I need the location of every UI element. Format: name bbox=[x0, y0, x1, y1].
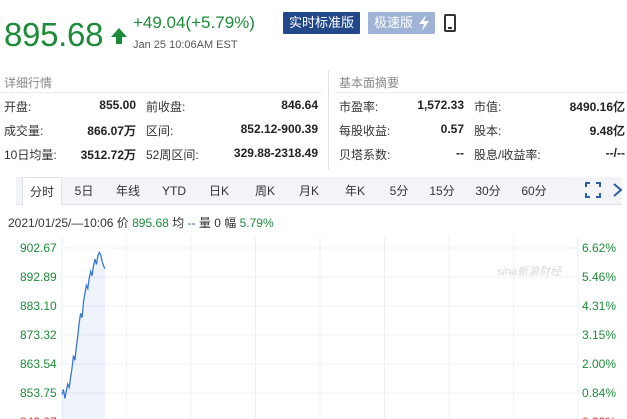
fundamentals-title: 基本面摘要 bbox=[339, 76, 400, 90]
y-axis-right-tick: 0.84% bbox=[582, 386, 616, 400]
tab-5day[interactable]: 5日 bbox=[68, 177, 100, 205]
price-change: +49.04(+5.79%) bbox=[133, 13, 255, 32]
y-axis-right-tick: 3.15% bbox=[582, 328, 616, 342]
tab-60min[interactable]: 60分 bbox=[516, 177, 552, 205]
tab-label: 月K bbox=[298, 184, 319, 198]
panel-separator bbox=[328, 70, 329, 170]
crosshair-info-line: 2021/01/25/—10:06 价 895.68 均 -- 量 0 幅 5.… bbox=[8, 214, 274, 231]
tab-daily-k[interactable]: 日K bbox=[202, 177, 236, 205]
tab-label: 5日 bbox=[74, 184, 94, 198]
tab-label: 分时 bbox=[29, 185, 54, 199]
prev-close-value: 846.64 bbox=[281, 98, 318, 112]
range-value: 852.12-900.39 bbox=[240, 122, 318, 136]
volume-value: 866.07万 bbox=[87, 124, 136, 138]
info-avg-label: 均 bbox=[172, 216, 185, 230]
open-label: 开盘: bbox=[4, 100, 32, 114]
y-axis-left-tick: 843.97 bbox=[20, 415, 57, 419]
avg-volume-10d-value: 3512.72万 bbox=[80, 148, 136, 162]
info-vol-label: 量 bbox=[198, 216, 211, 230]
shares-label: 股本: bbox=[474, 124, 502, 138]
info-datetime: 2021/01/25/—10:06 bbox=[8, 216, 114, 230]
avg-volume-10d-label: 10日均量: bbox=[4, 148, 57, 162]
detail-title: 详细行情 bbox=[4, 76, 53, 90]
y-axis-left-tick: 853.75 bbox=[20, 386, 57, 400]
current-price: 895.68 bbox=[4, 16, 104, 53]
tab-weekly-k[interactable]: 周K bbox=[248, 177, 282, 205]
tab-intraday[interactable]: 分时 bbox=[22, 177, 62, 206]
tab-ytd[interactable]: YTD bbox=[156, 177, 192, 205]
pe-label: 市盈率: bbox=[339, 100, 379, 114]
lightning-icon bbox=[419, 15, 430, 31]
beta-label: 贝塔系数: bbox=[339, 148, 391, 162]
tab-label: 5分 bbox=[389, 184, 409, 198]
tab-label: 日K bbox=[208, 184, 229, 198]
collapse-panel-icon[interactable] bbox=[612, 182, 624, 198]
y-axis-right-tick: 4.31% bbox=[582, 299, 616, 313]
y-axis-right-tick: 6.62% bbox=[582, 241, 616, 255]
eps-label: 每股收益: bbox=[339, 124, 391, 138]
market-cap-value: 8490.16亿 bbox=[569, 100, 625, 114]
mobile-phone-icon[interactable] bbox=[444, 14, 456, 32]
tab-yearly-k[interactable]: 年K bbox=[338, 177, 372, 205]
info-amp-value: 5.79% bbox=[239, 216, 274, 230]
tab-15min[interactable]: 15分 bbox=[424, 177, 460, 205]
tab-30min[interactable]: 30分 bbox=[470, 177, 506, 205]
info-price-value: 895.68 bbox=[132, 216, 169, 230]
tab-label: 年K bbox=[344, 184, 365, 198]
detail-divider bbox=[0, 92, 322, 93]
y-axis-right-tick: 5.46% bbox=[582, 270, 616, 284]
up-arrow-icon bbox=[111, 28, 127, 44]
info-vol-value: 0 bbox=[214, 216, 221, 230]
info-amp-label: 幅 bbox=[224, 216, 237, 230]
open-value: 855.00 bbox=[99, 98, 136, 112]
info-price-label: 价 bbox=[116, 216, 129, 230]
dividend-yield-value: --/-- bbox=[605, 146, 625, 160]
eps-value: 0.57 bbox=[440, 122, 464, 136]
y-axis-left-tick: 902.67 bbox=[20, 241, 57, 255]
tab-label: 30分 bbox=[475, 184, 501, 198]
week52-range-label: 52周区间: bbox=[146, 148, 199, 162]
beta-value: -- bbox=[456, 146, 464, 160]
range-label: 区间: bbox=[146, 124, 174, 138]
fast-version-button[interactable]: 极速版 bbox=[368, 12, 436, 34]
fast-version-label: 极速版 bbox=[374, 15, 414, 30]
quote-header: 895.68 +49.04(+5.79%) Jan 25 10:06AM EST… bbox=[0, 0, 627, 60]
tab-yearline[interactable]: 年线 bbox=[110, 177, 146, 205]
fundamentals-divider bbox=[334, 92, 627, 93]
tab-label: YTD bbox=[162, 184, 186, 198]
chart-period-tabs: 分时 5日 年线 YTD 日K 周K 月K 年K 5分 15分 30分 60分 bbox=[16, 177, 622, 206]
y-axis-right-tick: 2.00% bbox=[582, 357, 616, 371]
tab-monthly-k[interactable]: 月K bbox=[292, 177, 326, 205]
market-cap-label: 市值: bbox=[474, 100, 502, 114]
tab-label: 周K bbox=[254, 184, 275, 198]
tab-5min[interactable]: 5分 bbox=[384, 177, 414, 205]
fullscreen-icon[interactable] bbox=[585, 182, 601, 198]
volume-label: 成交量: bbox=[4, 124, 44, 138]
y-axis-left-tick: 863.54 bbox=[20, 357, 57, 371]
y-axis-left-tick: 883.10 bbox=[20, 299, 57, 313]
week52-range-value: 329.88-2318.49 bbox=[233, 146, 318, 160]
realtime-standard-label: 实时标准版 bbox=[289, 15, 355, 30]
prev-close-label: 前收盘: bbox=[146, 100, 186, 114]
intraday-price-chart[interactable]: 902.67 6.62% 892.89 5.46% 883.10 4.31% 873.32 3… bbox=[0, 236, 627, 419]
tab-label: 年线 bbox=[115, 184, 140, 198]
pe-value: 1,572.33 bbox=[417, 98, 464, 112]
quote-time: Jan 25 10:06AM EST bbox=[133, 39, 238, 51]
y-axis-left-tick: 892.89 bbox=[20, 270, 57, 284]
dividend-yield-label: 股息/收益率: bbox=[474, 148, 541, 162]
y-axis-left-tick: 873.32 bbox=[20, 328, 57, 342]
realtime-standard-button[interactable]: 实时标准版 bbox=[283, 12, 361, 34]
y-axis-right-tick: -0.32% bbox=[578, 415, 616, 419]
info-avg-value: -- bbox=[187, 216, 196, 230]
tab-label: 60分 bbox=[521, 184, 547, 198]
tab-label: 15分 bbox=[429, 184, 455, 198]
shares-value: 9.48亿 bbox=[589, 124, 625, 138]
